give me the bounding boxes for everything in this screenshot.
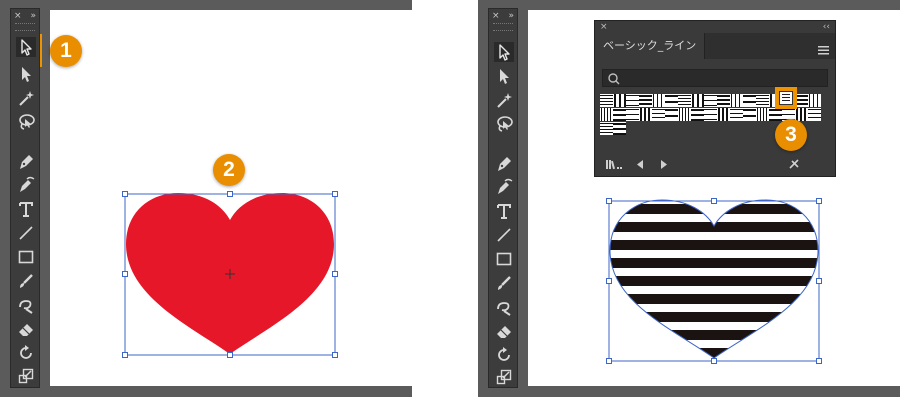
pattern-swatch[interactable]: [600, 122, 613, 135]
selected-pattern-swatch[interactable]: [779, 91, 793, 105]
stripe-0: [610, 204, 818, 214]
pattern-swatch[interactable]: [626, 108, 639, 121]
close-panel-tool-icon[interactable]: [789, 159, 799, 169]
pattern-swatch[interactable]: [717, 108, 730, 121]
pattern-swatch[interactable]: [613, 94, 626, 107]
pattern-swatch[interactable]: [678, 94, 691, 107]
pattern-swatch[interactable]: [691, 108, 704, 121]
pattern-library-panel: × ‹‹ ベーシック_ライン: [594, 20, 836, 177]
pattern-swatch[interactable]: [795, 108, 808, 121]
pattern-swatch[interactable]: [626, 94, 639, 107]
stripe-8: [610, 348, 818, 358]
stripe-3: [610, 258, 818, 268]
pattern-swatch[interactable]: [730, 108, 743, 121]
pattern-swatch[interactable]: [652, 108, 665, 121]
panel-footer: [595, 152, 835, 176]
step-badge-3: 3: [775, 119, 807, 151]
pattern-swatch[interactable]: [600, 94, 613, 107]
pattern-swatch[interactable]: [639, 94, 652, 107]
swatch-search-field[interactable]: [602, 69, 828, 87]
striped-heart-shape[interactable]: [606, 196, 822, 362]
pattern-swatch[interactable]: [613, 122, 626, 135]
panel-collapse-icon[interactable]: ‹‹: [823, 22, 830, 32]
step-badge-2: 2: [213, 154, 245, 186]
pattern-swatch[interactable]: [756, 94, 769, 107]
pattern-swatch[interactable]: [704, 94, 717, 107]
pattern-swatch[interactable]: [600, 108, 613, 121]
stripe-6: [610, 312, 818, 322]
image-separator: [412, 0, 478, 397]
pattern-swatch[interactable]: [613, 108, 626, 121]
pattern-swatch[interactable]: [678, 108, 691, 121]
pattern-swatch[interactable]: [717, 94, 730, 107]
left-screenshot-pane: × » 1 2: [0, 0, 413, 397]
right-screenshot-pane: × » × ‹‹ ベーシック_ライン 3: [478, 0, 900, 397]
panel-menu-icon[interactable]: [818, 40, 829, 55]
step-3-highlight: [775, 87, 797, 109]
stripe-4: [610, 276, 818, 286]
pattern-swatch[interactable]: [665, 94, 678, 107]
previous-library-icon[interactable]: [637, 160, 643, 169]
stripe-5: [610, 294, 818, 304]
tab-basic-lines[interactable]: ベーシック_ライン: [595, 33, 705, 59]
pattern-swatch[interactable]: [769, 108, 782, 121]
panel-close-icon[interactable]: ×: [600, 22, 608, 32]
next-library-icon[interactable]: [661, 160, 667, 169]
pattern-swatch[interactable]: [639, 108, 652, 121]
pattern-swatch[interactable]: [808, 94, 821, 107]
search-icon: [608, 73, 620, 85]
pattern-swatch[interactable]: [808, 108, 821, 121]
pattern-swatch[interactable]: [691, 94, 704, 107]
stripe-2: [610, 240, 818, 250]
pattern-swatch[interactable]: [743, 94, 756, 107]
pattern-swatch[interactable]: [704, 108, 717, 121]
pattern-swatch[interactable]: [730, 94, 743, 107]
pattern-swatch[interactable]: [652, 94, 665, 107]
step-badge-1: 1: [50, 35, 82, 67]
swatch-libraries-menu-icon[interactable]: [606, 160, 622, 170]
stripe-7: [610, 330, 818, 340]
pattern-swatch[interactable]: [665, 108, 678, 121]
pattern-swatch[interactable]: [743, 108, 756, 121]
pattern-swatch[interactable]: [756, 108, 769, 121]
